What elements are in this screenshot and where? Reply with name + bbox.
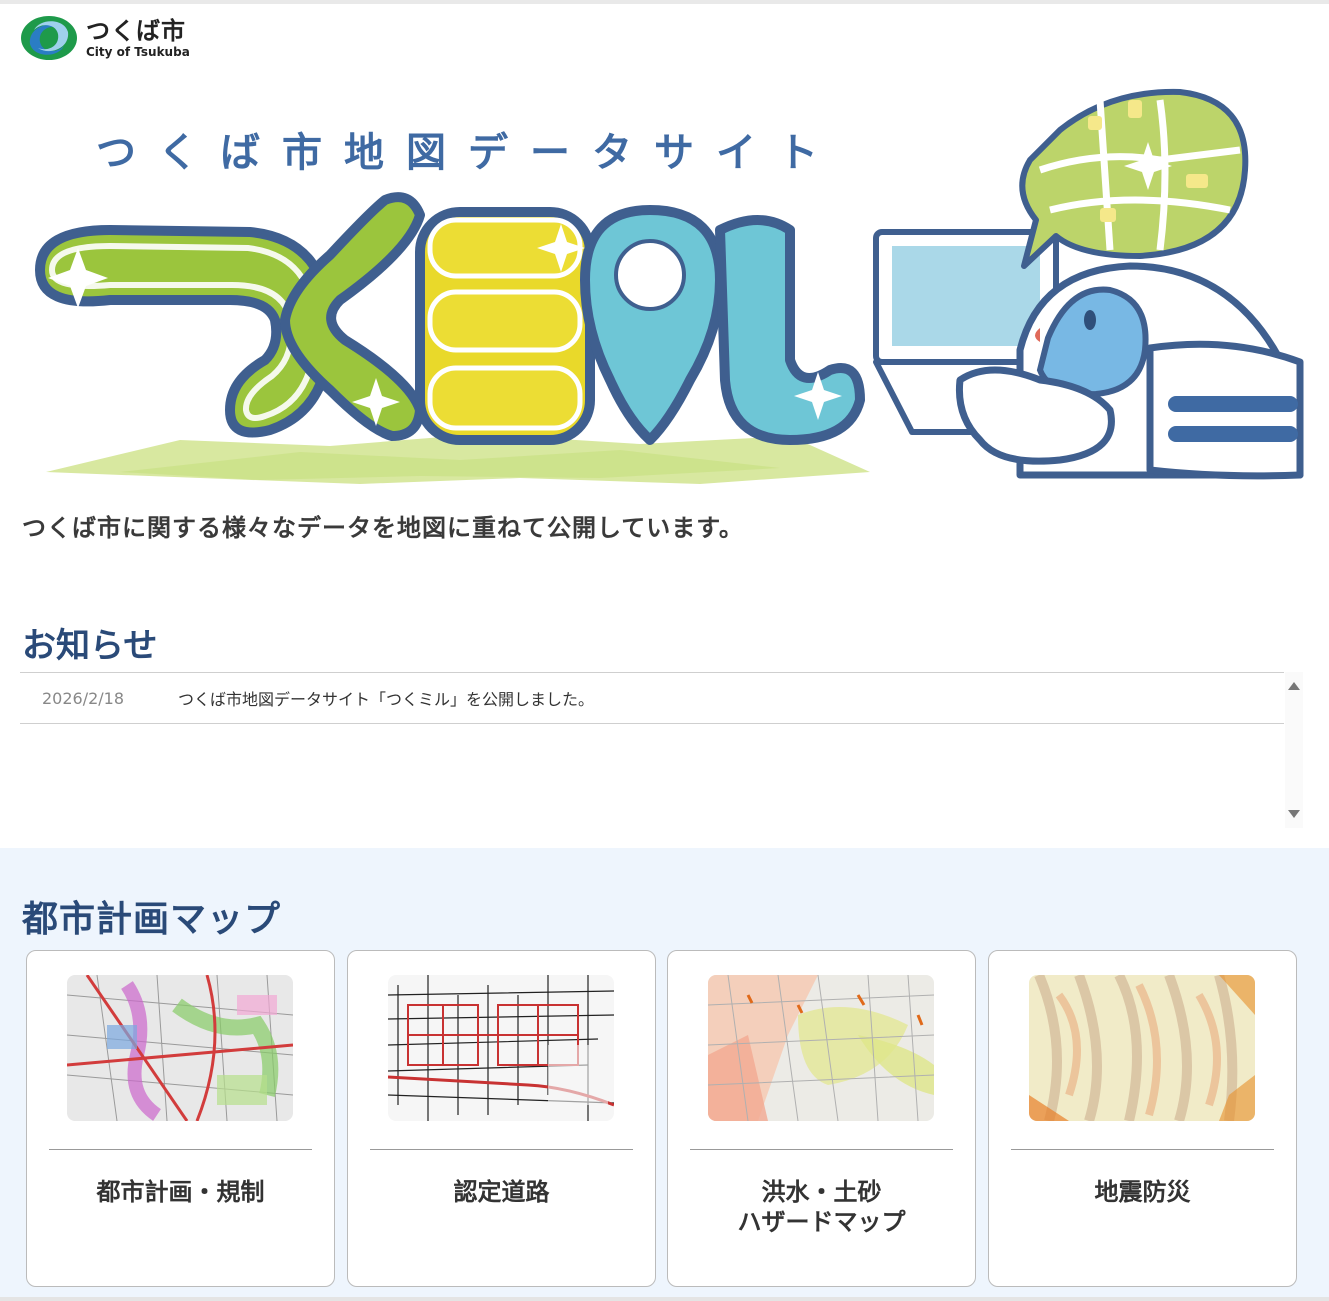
maps-heading: 都市計画マップ	[22, 899, 282, 940]
card-label: 地震防災	[1094, 1178, 1191, 1206]
card-divider	[49, 1149, 312, 1150]
city-planning-thumbnail	[67, 975, 293, 1121]
earthquake-thumbnail	[1029, 975, 1255, 1121]
scroll-up-arrow-icon[interactable]	[1288, 682, 1300, 690]
card-divider	[690, 1149, 953, 1150]
hero-subtitle: つくば市地図データサイト	[96, 130, 840, 176]
logo-english: City of Tsukuba	[86, 44, 190, 59]
news-item[interactable]: 2026/2/18 つくば市地図データサイト「つくミル」を公開しました。	[20, 673, 1284, 724]
tsukuba-city-logo[interactable]: つくば市 City of Tsukuba	[20, 14, 210, 62]
bottom-border	[0, 1297, 1329, 1301]
intro-text: つくば市に関する様々なデータを地図に重ねて公開しています。	[22, 514, 744, 542]
news-list: 2026/2/18 つくば市地図データサイト「つくミル」を公開しました。	[20, 672, 1284, 724]
map-card-city-planning[interactable]: 都市計画・規制	[26, 950, 335, 1287]
card-label: 認定道路	[453, 1178, 550, 1206]
map-card-flood-hazard[interactable]: 洪水・土砂 ハザードマップ	[667, 950, 976, 1287]
card-divider	[370, 1149, 633, 1150]
scroll-down-arrow-icon[interactable]	[1288, 810, 1300, 818]
news-text[interactable]: つくば市地図データサイト「つくミル」を公開しました。	[178, 686, 594, 710]
news-panel[interactable]: 2026/2/18 つくば市地図データサイト「つくミル」を公開しました。	[20, 672, 1303, 828]
news-date: 2026/2/18	[42, 688, 125, 708]
news-scrollbar[interactable]	[1285, 672, 1303, 828]
news-heading: お知らせ	[22, 626, 158, 666]
flood-hazard-thumbnail	[708, 975, 934, 1121]
card-label: 洪水・土砂 ハザードマップ	[737, 1178, 906, 1236]
certified-roads-thumbnail	[388, 975, 614, 1121]
top-border	[0, 0, 1329, 4]
map-card-certified-roads[interactable]: 認定道路	[347, 950, 656, 1287]
card-divider	[1011, 1149, 1274, 1150]
card-label: 都市計画・規制	[96, 1178, 265, 1206]
city-planning-maps-section: 都市計画マップ 都市計画・規制 認定道路 洪水・土砂 ハザードマップ 地震防災	[0, 848, 1329, 1301]
map-card-earthquake[interactable]: 地震防災	[988, 950, 1297, 1287]
logo-japanese: つくば市	[86, 16, 186, 45]
tsukumiru-hero-illustration: つくば市地図データサイト	[35, 88, 1304, 484]
tsukuba-logo-icon	[21, 16, 77, 60]
hero-banner: つくば市地図データサイト	[0, 80, 1329, 500]
